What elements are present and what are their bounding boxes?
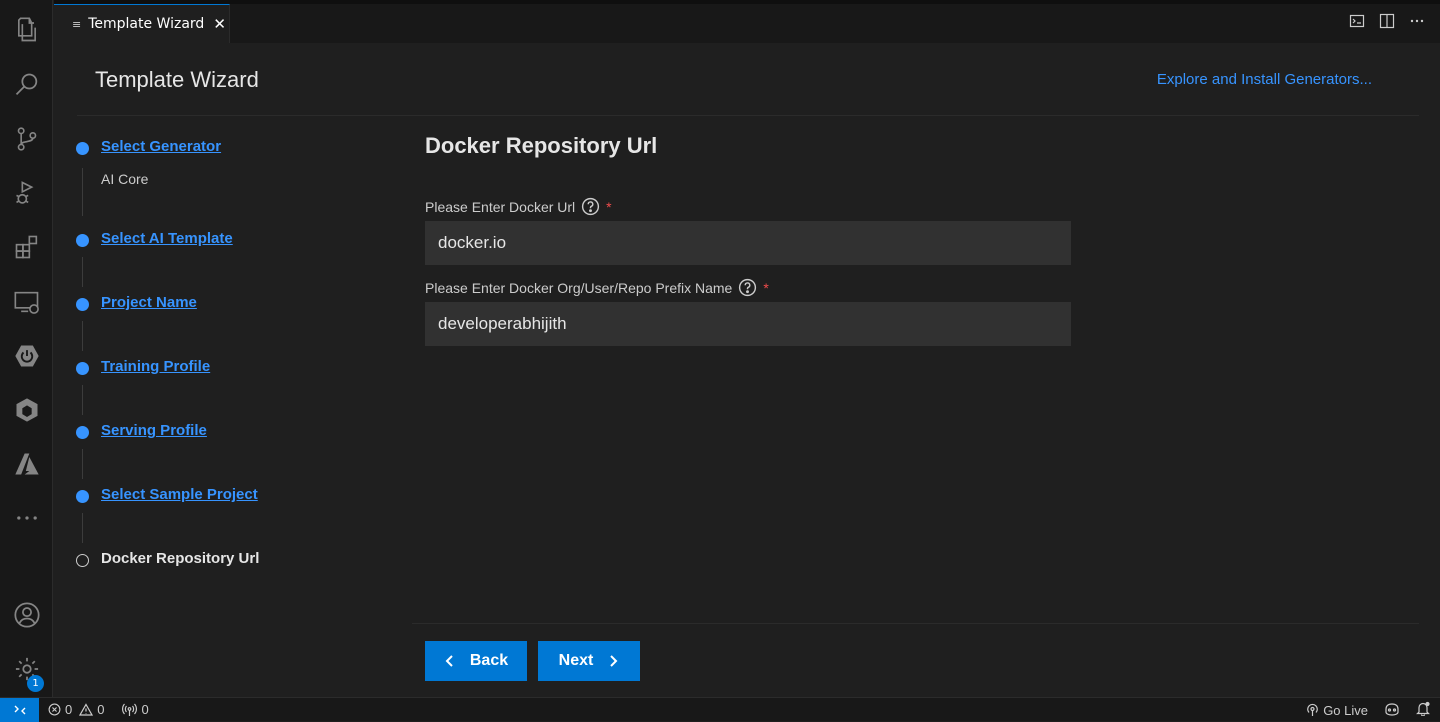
- notifications-bell-icon[interactable]: [1416, 701, 1430, 719]
- step-complete-dot: [76, 426, 89, 439]
- next-button-label: Next: [558, 652, 594, 669]
- docker-form: Docker Repository Url Please Enter Docke…: [425, 133, 1071, 346]
- header-divider: [77, 115, 1419, 116]
- search-icon[interactable]: [0, 61, 53, 109]
- warning-count: 0: [97, 702, 105, 717]
- chevron-right-icon: [610, 655, 618, 667]
- step-select-sample-project[interactable]: Select Sample Project: [76, 486, 396, 550]
- tab-template-wizard[interactable]: ≡ Template Wizard ✕: [54, 4, 230, 43]
- docker-url-label: Please Enter Docker Url: [425, 198, 576, 215]
- step-connector: [82, 257, 83, 287]
- step-complete-dot: [76, 362, 89, 375]
- step-connector: [82, 449, 83, 479]
- problems-indicator[interactable]: 0 0: [48, 702, 104, 717]
- broadcast-icon: [122, 703, 138, 716]
- help-icon[interactable]: [738, 278, 757, 297]
- step-connector: [82, 168, 83, 216]
- back-button-label: Back: [469, 652, 509, 669]
- step-complete-dot: [76, 142, 89, 155]
- settings-badge: 1: [27, 675, 44, 692]
- step-project-name[interactable]: Project Name: [76, 294, 396, 358]
- ai-core-icon[interactable]: [0, 386, 53, 434]
- run-debug-icon[interactable]: [0, 169, 53, 217]
- required-marker: *: [763, 279, 769, 296]
- close-icon[interactable]: ✕: [213, 15, 226, 33]
- power-icon[interactable]: [0, 332, 53, 380]
- tab-title: Template Wizard: [88, 16, 205, 32]
- step-select-generator[interactable]: Select Generator AI Core: [76, 138, 396, 230]
- go-live-button[interactable]: Go Live: [1306, 703, 1368, 718]
- step-label[interactable]: Training Profile: [101, 358, 210, 375]
- copilot-icon[interactable]: [1384, 702, 1400, 719]
- remote-explorer-icon[interactable]: [0, 278, 53, 326]
- account-icon[interactable]: [0, 591, 53, 639]
- remote-icon: [14, 705, 25, 714]
- remote-indicator[interactable]: [0, 697, 39, 722]
- terminal-icon[interactable]: [1348, 12, 1366, 30]
- chevron-left-icon: [445, 655, 453, 667]
- source-control-icon[interactable]: [0, 115, 53, 163]
- wizard-editor: Template Wizard Explore and Install Gene…: [54, 43, 1440, 697]
- step-label[interactable]: Project Name: [101, 294, 197, 311]
- docker-prefix-label: Please Enter Docker Org/User/Repo Prefix…: [425, 279, 733, 296]
- page-title: Template Wizard: [95, 67, 259, 92]
- activity-bar: 1: [0, 0, 53, 697]
- go-live-icon: [1307, 703, 1319, 716]
- field-label: Please Enter Docker Url *: [425, 197, 1071, 216]
- help-icon[interactable]: [581, 197, 600, 216]
- docker-url-input[interactable]: [425, 221, 1071, 265]
- error-count: 0: [65, 702, 73, 717]
- step-select-ai-template[interactable]: Select AI Template: [76, 230, 396, 294]
- step-current-dot: [76, 554, 89, 567]
- status-right: Go Live: [1297, 698, 1430, 722]
- docker-prefix-field: Please Enter Docker Org/User/Repo Prefix…: [425, 278, 1071, 346]
- go-live-label: Go Live: [1323, 702, 1368, 718]
- azure-icon[interactable]: [0, 440, 53, 488]
- step-connector: [82, 513, 83, 543]
- step-label: Docker Repository Url: [101, 550, 260, 567]
- step-training-profile[interactable]: Training Profile: [76, 358, 396, 422]
- status-bar: 0 0 0 Go Live: [0, 697, 1440, 722]
- step-complete-dot: [76, 234, 89, 247]
- explorer-icon[interactable]: [0, 6, 53, 54]
- step-label[interactable]: Serving Profile: [101, 422, 207, 439]
- step-label[interactable]: Select AI Template: [101, 230, 233, 247]
- step-connector: [82, 385, 83, 415]
- field-label: Please Enter Docker Org/User/Repo Prefix…: [425, 278, 1071, 297]
- step-complete-dot: [76, 490, 89, 503]
- ports-indicator[interactable]: 0: [122, 702, 149, 717]
- error-icon: [48, 703, 61, 716]
- step-label[interactable]: Select Generator: [101, 138, 221, 155]
- warning-icon: [79, 703, 94, 716]
- split-editor-icon[interactable]: [1378, 12, 1396, 30]
- step-connector: [82, 321, 83, 351]
- form-title: Docker Repository Url: [425, 133, 658, 158]
- docker-url-field: Please Enter Docker Url *: [425, 197, 1071, 265]
- tab-bar: ≡ Template Wizard ✕: [54, 0, 1440, 43]
- docker-prefix-input[interactable]: [425, 302, 1071, 346]
- extensions-icon[interactable]: [0, 223, 53, 271]
- required-marker: *: [606, 198, 612, 215]
- next-button[interactable]: Next: [538, 641, 640, 681]
- preview-icon: ≡: [72, 17, 82, 31]
- footer-divider: [412, 623, 1419, 624]
- step-serving-profile[interactable]: Serving Profile: [76, 422, 396, 486]
- ports-count: 0: [141, 702, 149, 717]
- more-icon[interactable]: [0, 494, 53, 542]
- settings-gear-icon[interactable]: 1: [0, 645, 53, 693]
- step-label[interactable]: Select Sample Project: [101, 486, 258, 503]
- step-selection: AI Core: [101, 171, 149, 187]
- back-button[interactable]: Back: [425, 641, 527, 681]
- more-actions-icon[interactable]: [1408, 12, 1426, 30]
- explore-generators-link[interactable]: Explore and Install Generators...: [1157, 71, 1372, 88]
- wizard-steps: Select Generator AI Core Select AI Templ…: [76, 138, 396, 614]
- step-docker-repository-url: Docker Repository Url: [76, 550, 396, 614]
- step-complete-dot: [76, 298, 89, 311]
- editor-actions: [1348, 12, 1426, 30]
